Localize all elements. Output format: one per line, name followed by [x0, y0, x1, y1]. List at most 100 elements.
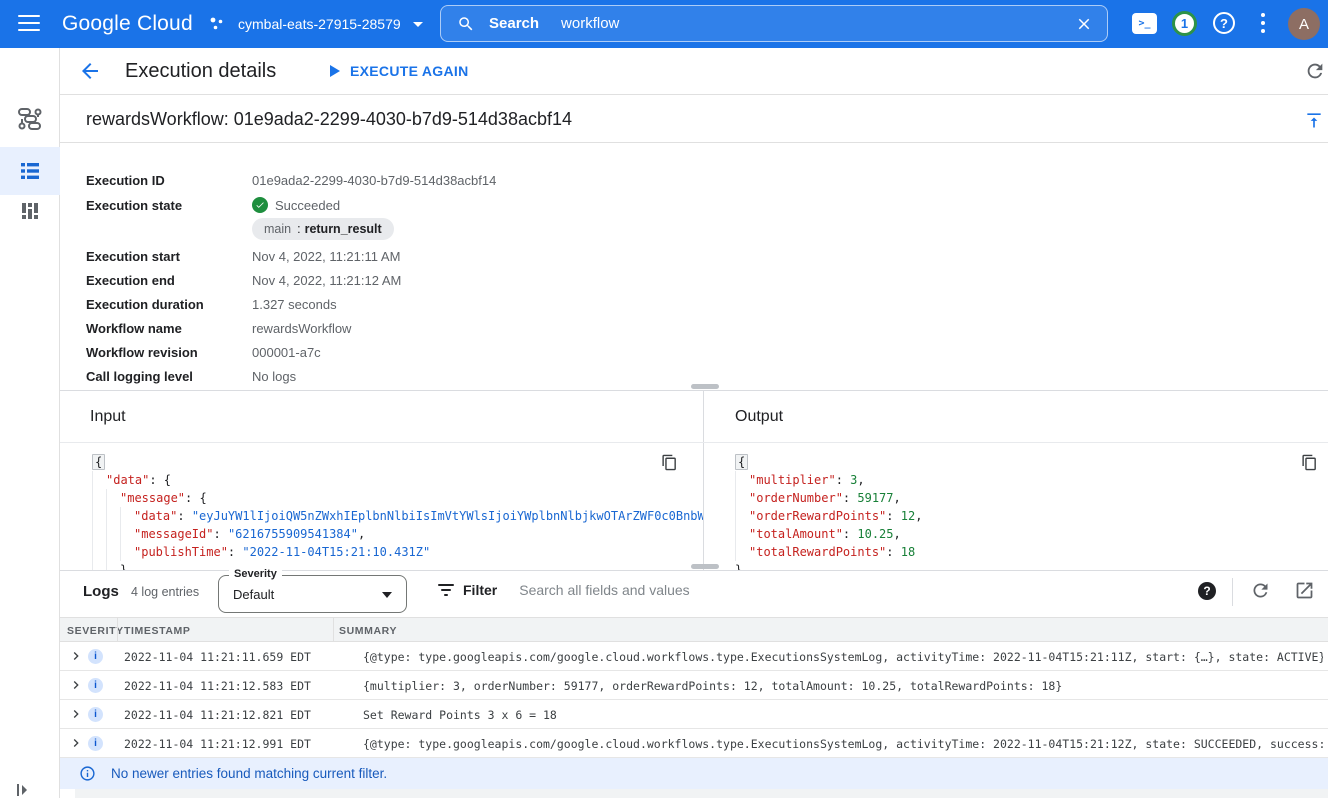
- success-check-icon: [252, 197, 268, 213]
- logs-search-input[interactable]: [519, 582, 999, 598]
- log-timestamp: 2022-11-04 11:21:11.659 EDT: [124, 650, 311, 664]
- severity-selected-value: Default: [233, 587, 274, 602]
- divider: [1232, 578, 1233, 606]
- info-severity-icon: i: [88, 736, 103, 751]
- log-timestamp: 2022-11-04 11:21:12.583 EDT: [124, 679, 311, 693]
- log-row[interactable]: i 2022-11-04 11:21:12.821 EDT Set Reward…: [60, 700, 1328, 729]
- open-in-new-button[interactable]: [1294, 580, 1315, 601]
- collapse-details-icon[interactable]: [1304, 110, 1324, 130]
- left-nav-rail: [0, 48, 60, 798]
- detail-value: Nov 4, 2022, 11:21:11 AM: [252, 249, 400, 264]
- divider: [60, 142, 1328, 143]
- project-icon: [206, 13, 228, 35]
- execution-title: rewardsWorkflow: 01e9ada2-2299-4030-b7d9…: [86, 109, 572, 130]
- resize-handle[interactable]: [691, 564, 719, 569]
- expand-panel-icon[interactable]: [16, 783, 34, 797]
- detail-value: 01e9ada2-2299-4030-b7d9-514d38acbf14: [252, 173, 496, 188]
- log-entries-count: 4 log entries: [131, 585, 199, 599]
- logs-filter: Filter: [437, 582, 999, 598]
- log-row[interactable]: i 2022-11-04 11:21:12.583 EDT {multiplie…: [60, 671, 1328, 700]
- filter-label: Filter: [463, 582, 497, 598]
- info-severity-icon: i: [88, 678, 103, 693]
- detail-value: Nov 4, 2022, 11:21:12 AM: [252, 273, 401, 288]
- no-newer-entries-banner: No newer entries found matching current …: [60, 758, 1328, 789]
- top-app-bar: Google Cloud cymbal-eats-27915-28579 Sea…: [0, 0, 1328, 48]
- avatar[interactable]: A: [1288, 8, 1320, 40]
- clear-search-icon[interactable]: [1075, 15, 1093, 33]
- expand-chevron-icon[interactable]: [68, 735, 84, 751]
- log-timestamp: 2022-11-04 11:21:12.991 EDT: [124, 737, 311, 751]
- input-panel-title: Input: [90, 408, 126, 426]
- detail-label: Execution state: [86, 198, 246, 213]
- search-label: Search: [489, 15, 539, 32]
- search-query: workflow: [561, 15, 619, 32]
- info-severity-icon: i: [88, 707, 103, 722]
- page-title: Execution details: [125, 60, 276, 83]
- expand-chevron-icon[interactable]: [68, 706, 84, 722]
- input-code[interactable]: {"data": {"message": {"data": "eyJuYW1lI…: [60, 443, 703, 570]
- output-panel-title: Output: [735, 408, 783, 426]
- detail-value: 1.327 seconds: [252, 297, 337, 312]
- severity-select-label: Severity: [229, 568, 282, 580]
- detail-label: Execution duration: [86, 297, 246, 312]
- log-row[interactable]: i 2022-11-04 11:21:11.659 EDT {@type: ty…: [60, 642, 1328, 671]
- detail-label: Workflow name: [86, 321, 246, 336]
- notifications-badge[interactable]: 1: [1172, 11, 1197, 36]
- column-severity: SEVERITY: [67, 625, 124, 637]
- project-name: cymbal-eats-27915-28579: [238, 16, 401, 32]
- back-button[interactable]: [78, 59, 102, 83]
- output-code[interactable]: {"multiplier": 3,"orderNumber": 59177,"o…: [703, 443, 1328, 570]
- log-summary: {@type: type.googleapis.com/google.cloud…: [363, 650, 1323, 664]
- project-picker[interactable]: cymbal-eats-27915-28579: [206, 0, 423, 48]
- nav-workflow-icon[interactable]: [0, 95, 60, 143]
- more-options-icon[interactable]: [1261, 13, 1265, 37]
- search-icon: [457, 15, 475, 33]
- play-icon: [330, 65, 340, 77]
- info-severity-icon: i: [88, 649, 103, 664]
- detail-label: Workflow revision: [86, 345, 246, 360]
- severity-select[interactable]: Severity Default: [218, 575, 407, 613]
- logs-title: Logs: [83, 583, 119, 600]
- chevron-down-icon: [382, 592, 392, 598]
- gcp-console: Google Cloud cymbal-eats-27915-28579 Sea…: [0, 0, 1328, 798]
- google-cloud-logo[interactable]: Google Cloud: [62, 12, 193, 36]
- execute-again-button[interactable]: EXECUTE AGAIN: [330, 57, 469, 85]
- filter-icon: [437, 583, 455, 597]
- detail-value: No logs: [252, 369, 296, 384]
- scroll-strip: [75, 789, 1328, 798]
- column-timestamp: TIMESTAMP: [124, 625, 190, 637]
- log-row[interactable]: i 2022-11-04 11:21:12.991 EDT {@type: ty…: [60, 729, 1328, 758]
- log-summary: {multiplier: 3, orderNumber: 59177, orde…: [363, 679, 1323, 693]
- copy-output-button[interactable]: [1301, 454, 1319, 472]
- step-chip[interactable]: main : return_result: [252, 218, 394, 240]
- logs-help-icon[interactable]: ?: [1198, 582, 1216, 600]
- expand-chevron-icon[interactable]: [68, 648, 84, 664]
- detail-label: Call logging level: [86, 369, 246, 384]
- execution-state: Succeeded: [252, 197, 340, 213]
- log-summary: Set Reward Points 3 x 6 = 18: [363, 708, 1323, 722]
- detail-value: rewardsWorkflow: [252, 321, 351, 336]
- detail-label: Execution start: [86, 249, 246, 264]
- info-icon: [79, 765, 96, 782]
- help-icon[interactable]: ?: [1213, 12, 1235, 34]
- chevron-down-icon: [413, 22, 423, 27]
- cloud-shell-icon[interactable]: >_: [1132, 13, 1157, 34]
- search-input[interactable]: Search workflow: [440, 5, 1108, 42]
- column-summary: SUMMARY: [339, 625, 397, 637]
- nav-metrics-icon[interactable]: [0, 187, 60, 235]
- logs-refresh-button[interactable]: [1250, 580, 1271, 601]
- log-timestamp: 2022-11-04 11:21:12.821 EDT: [124, 708, 311, 722]
- detail-label: Execution end: [86, 273, 246, 288]
- detail-label: Execution ID: [86, 173, 246, 188]
- banner-text: No newer entries found matching current …: [111, 766, 387, 781]
- menu-icon[interactable]: [18, 15, 40, 33]
- divider: [60, 94, 1328, 95]
- expand-chevron-icon[interactable]: [68, 677, 84, 693]
- log-summary: {@type: type.googleapis.com/google.cloud…: [363, 737, 1323, 751]
- refresh-button[interactable]: [1304, 60, 1326, 82]
- copy-input-button[interactable]: [661, 454, 679, 472]
- resize-handle[interactable]: [691, 384, 719, 389]
- detail-value: 000001-a7c: [252, 345, 321, 360]
- log-table-header: SEVERITY TIMESTAMP SUMMARY: [60, 617, 1328, 642]
- divider: [60, 390, 1328, 391]
